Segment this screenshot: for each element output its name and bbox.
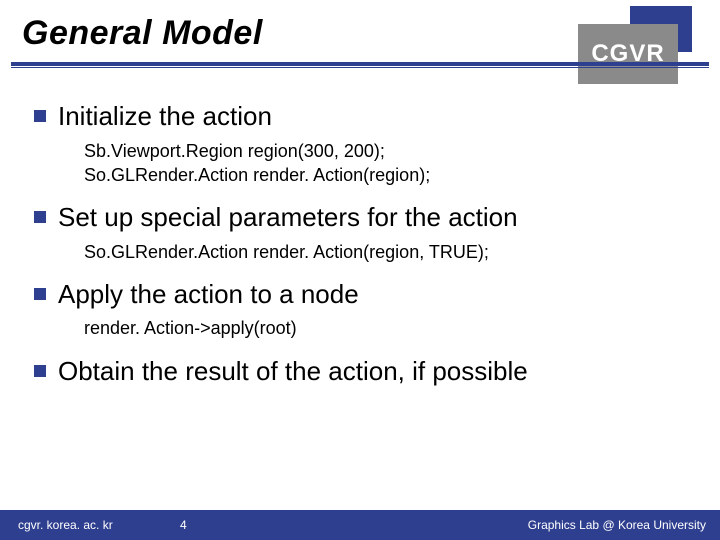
sub-line: So.GLRender.Action render. Action(region… xyxy=(84,163,690,187)
page-number: 4 xyxy=(180,518,187,532)
slide: General Model CGVR Initialize the action… xyxy=(0,0,720,540)
square-bullet-icon xyxy=(34,211,46,223)
list-item: Set up special parameters for the action… xyxy=(34,201,690,264)
bullet-text: Set up special parameters for the action xyxy=(58,201,518,234)
slide-header: General Model CGVR xyxy=(0,0,720,84)
sub-line: So.GLRender.Action render. Action(region… xyxy=(84,240,690,264)
list-item: Obtain the result of the action, if poss… xyxy=(34,355,690,388)
sub-block: Sb.Viewport.Region region(300, 200); So.… xyxy=(84,139,690,188)
square-bullet-icon xyxy=(34,110,46,122)
bullet-text: Obtain the result of the action, if poss… xyxy=(58,355,528,388)
bullet-row: Set up special parameters for the action xyxy=(34,201,690,234)
list-item: Apply the action to a node render. Actio… xyxy=(34,278,690,341)
list-item: Initialize the action Sb.Viewport.Region… xyxy=(34,100,690,187)
bullet-row: Initialize the action xyxy=(34,100,690,133)
bullet-row: Apply the action to a node xyxy=(34,278,690,311)
sub-line: render. Action->apply(root) xyxy=(84,316,690,340)
square-bullet-icon xyxy=(34,288,46,300)
footer-org: Graphics Lab @ Korea University xyxy=(528,518,706,532)
bullet-text: Initialize the action xyxy=(58,100,272,133)
header-divider-thick xyxy=(11,62,709,66)
cgvr-badge: CGVR xyxy=(578,24,678,84)
sub-block: render. Action->apply(root) xyxy=(84,316,690,340)
square-bullet-icon xyxy=(34,365,46,377)
footer-url: cgvr. korea. ac. kr xyxy=(18,518,113,532)
sub-line: Sb.Viewport.Region region(300, 200); xyxy=(84,139,690,163)
sub-block: So.GLRender.Action render. Action(region… xyxy=(84,240,690,264)
slide-footer: cgvr. korea. ac. kr 4 Graphics Lab @ Kor… xyxy=(0,510,720,540)
bullet-text: Apply the action to a node xyxy=(58,278,359,311)
header-divider-thin xyxy=(11,67,709,68)
bullet-row: Obtain the result of the action, if poss… xyxy=(34,355,690,388)
slide-title: General Model xyxy=(22,14,263,53)
slide-content: Initialize the action Sb.Viewport.Region… xyxy=(34,100,690,401)
